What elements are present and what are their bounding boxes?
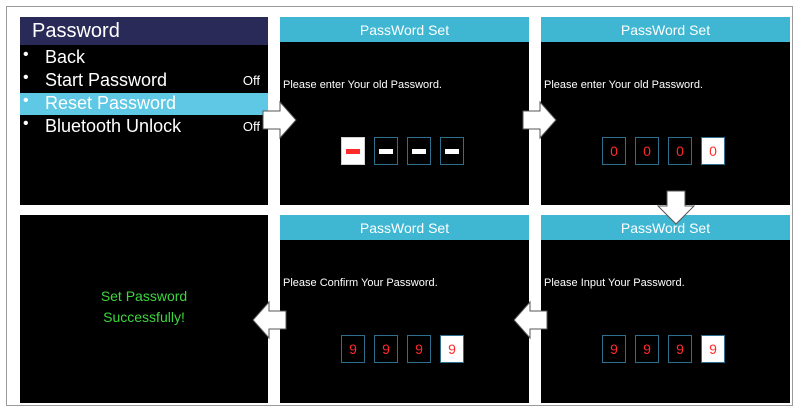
old-password-entry-screen: PassWord Set Please enter Your old Passw… — [280, 17, 529, 205]
menu-title: Password — [32, 20, 120, 42]
prompt-text: Please enter Your old Password. — [544, 79, 703, 91]
pin-input[interactable]: 0 0 0 0 — [602, 137, 732, 167]
bullet: • — [23, 69, 29, 86]
bullet: • — [23, 92, 29, 109]
bullet: • — [23, 115, 29, 132]
old-password-filled-screen: PassWord Set Please enter Your old Passw… — [541, 17, 790, 205]
arrow-left-icon — [252, 300, 287, 340]
pin-digit-4[interactable]: 9 — [440, 335, 464, 363]
success-message: Set Password Successfully! — [20, 286, 268, 328]
menu-item-label: Bluetooth Unlock — [45, 116, 182, 136]
empty-dash — [445, 149, 459, 154]
pin-digit-4[interactable]: 0 — [701, 137, 725, 165]
menu-item-value: Off — [242, 73, 260, 88]
success-line-2: Successfully! — [103, 309, 185, 325]
screen-title: PassWord Set — [359, 220, 450, 236]
menu-item-start-password[interactable]: • Start Password Off — [20, 69, 268, 92]
menu-item-reset-password[interactable]: • Reset Password — [20, 92, 268, 115]
title-bar: PassWord Set — [541, 17, 790, 42]
arrow-left-icon — [513, 300, 548, 340]
empty-dash — [412, 149, 426, 154]
success-screen: Set Password Successfully! — [20, 215, 268, 403]
cursor-dash — [346, 149, 360, 154]
screen-title: PassWord Set — [620, 22, 711, 38]
input-password-screen: PassWord Set Please Input Your Password.… — [541, 215, 790, 403]
screen-title: PassWord Set — [359, 22, 450, 38]
pin-input[interactable]: 9 9 9 9 — [341, 335, 471, 365]
pin-digit-1[interactable] — [341, 137, 365, 165]
prompt-text: Please Confirm Your Password. — [283, 277, 438, 289]
bullet: • — [23, 46, 29, 63]
menu-item-value: Off — [242, 119, 260, 134]
menu-item-back[interactable]: • Back — [20, 46, 268, 69]
pin-digit-3[interactable]: 9 — [668, 335, 692, 363]
pin-digit-2[interactable] — [374, 137, 398, 165]
menu-item-label: Reset Password — [45, 93, 177, 113]
menu-header: Password — [20, 17, 268, 45]
password-menu-screen: Password • Back • Start Password Off • R… — [20, 17, 268, 205]
pin-digit-2[interactable]: 9 — [635, 335, 659, 363]
menu-item-label: Start Password — [45, 70, 168, 90]
pin-digit-1[interactable]: 9 — [602, 335, 626, 363]
success-line-1: Set Password — [100, 288, 188, 304]
arrow-right-icon — [262, 100, 297, 140]
pin-digit-3[interactable]: 9 — [407, 335, 431, 363]
pin-digit-1[interactable]: 9 — [341, 335, 365, 363]
menu-item-bluetooth-unlock[interactable]: • Bluetooth Unlock Off — [20, 115, 268, 138]
pin-digit-1[interactable]: 0 — [602, 137, 626, 165]
pin-digit-3[interactable]: 0 — [668, 137, 692, 165]
pin-digit-4[interactable] — [440, 137, 464, 165]
title-bar: PassWord Set — [280, 17, 529, 42]
arrow-right-icon — [522, 100, 557, 140]
confirm-password-screen: PassWord Set Please Confirm Your Passwor… — [280, 215, 529, 403]
empty-dash — [379, 149, 393, 154]
pin-digit-2[interactable]: 9 — [374, 335, 398, 363]
pin-input[interactable] — [341, 137, 471, 167]
pin-input[interactable]: 9 9 9 9 — [602, 335, 732, 365]
title-bar: PassWord Set — [280, 215, 529, 240]
prompt-text: Please Input Your Password. — [544, 277, 685, 289]
pin-digit-4[interactable]: 9 — [701, 335, 725, 363]
prompt-text: Please enter Your old Password. — [283, 79, 442, 91]
menu-item-label: Back — [45, 47, 86, 67]
pin-digit-2[interactable]: 0 — [635, 137, 659, 165]
arrow-down-icon — [656, 190, 696, 225]
pin-digit-3[interactable] — [407, 137, 431, 165]
